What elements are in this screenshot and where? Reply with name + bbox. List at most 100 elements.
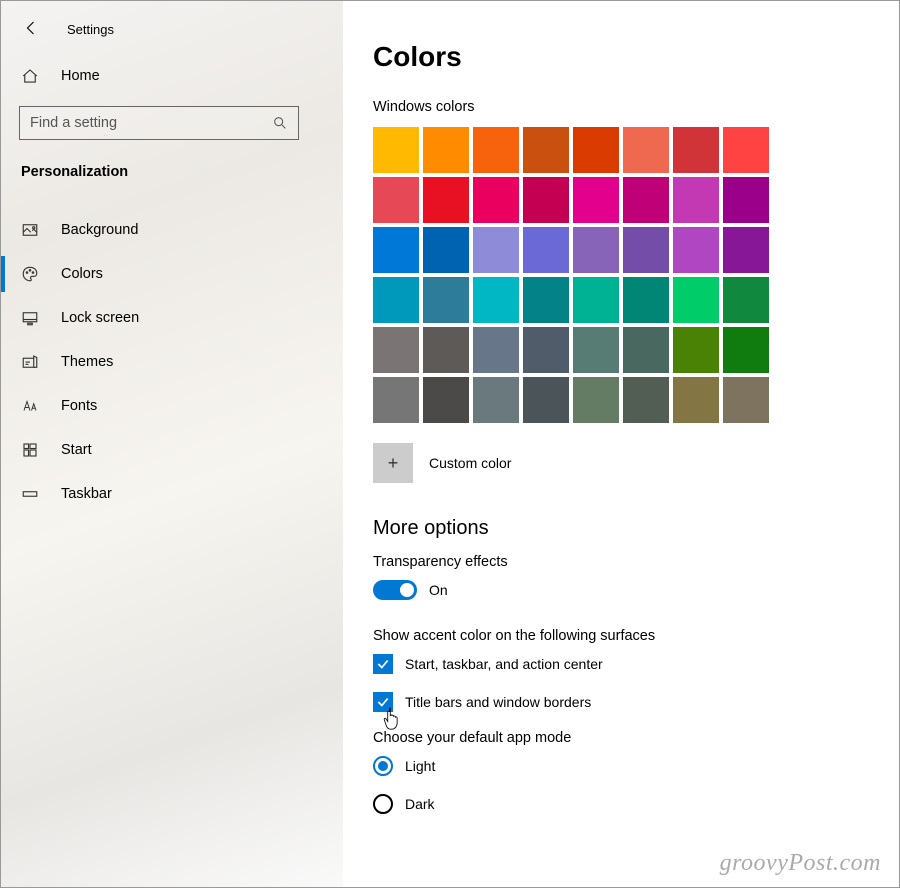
transparency-toggle[interactable] [373,580,417,600]
color-swatch[interactable] [523,377,569,423]
color-swatch[interactable] [623,127,669,173]
search-input[interactable] [19,106,299,140]
color-swatch[interactable] [623,177,669,223]
back-icon[interactable] [23,19,41,40]
color-swatch[interactable] [373,327,419,373]
mode-light-label: Light [405,758,435,774]
sidebar-item-taskbar[interactable]: Taskbar [1,472,343,516]
color-swatch[interactable] [373,227,419,273]
color-swatch[interactable] [573,377,619,423]
sidebar-item-themes[interactable]: Themes [1,340,343,384]
transparency-label: Transparency effects [373,554,899,570]
color-swatch[interactable] [723,377,769,423]
sidebar-item-label: Themes [61,354,113,370]
color-swatch[interactable] [473,227,519,273]
checkbox-start-taskbar[interactable] [373,654,393,674]
color-swatch[interactable] [473,327,519,373]
radio-dark[interactable] [373,794,393,814]
background-icon [21,221,39,239]
search-icon [272,115,288,131]
radio-light[interactable] [373,756,393,776]
color-swatch[interactable] [673,277,719,323]
color-swatch[interactable] [623,327,669,373]
sidebar-item-label: Lock screen [61,310,139,326]
sidebar-item-colors[interactable]: Colors [1,252,343,296]
color-palette [373,127,899,423]
watermark: groovyPost.com [720,850,881,877]
sidebar-item-label: Colors [61,266,103,282]
color-swatch[interactable] [673,377,719,423]
themes-icon [21,353,39,371]
color-swatch[interactable] [373,277,419,323]
color-swatch[interactable] [423,227,469,273]
color-swatch[interactable] [423,277,469,323]
sidebar-item-start[interactable]: Start [1,428,343,472]
sidebar-home[interactable]: Home [1,54,343,98]
color-swatch[interactable] [723,327,769,373]
color-swatch[interactable] [473,177,519,223]
page-title: Colors [373,41,899,73]
colors-icon [21,265,39,283]
mode-dark-label: Dark [405,796,435,812]
color-swatch[interactable] [423,327,469,373]
sidebar: Settings Home Personalization Ba [1,1,343,887]
color-swatch[interactable] [523,327,569,373]
settings-window: Settings Home Personalization Ba [1,1,899,887]
color-swatch[interactable] [573,177,619,223]
color-swatch[interactable] [523,177,569,223]
color-swatch[interactable] [573,327,619,373]
start-icon [21,441,39,459]
color-swatch[interactable] [523,277,569,323]
color-swatch[interactable] [423,377,469,423]
color-swatch[interactable] [623,227,669,273]
color-swatch[interactable] [623,377,669,423]
fonts-icon [21,397,39,415]
color-swatch[interactable] [573,227,619,273]
color-swatch[interactable] [623,277,669,323]
color-swatch[interactable] [523,227,569,273]
color-swatch[interactable] [723,127,769,173]
color-swatch[interactable] [723,227,769,273]
checkbox-title-bars[interactable] [373,692,393,712]
accent-start-label: Start, taskbar, and action center [405,656,603,672]
search-field[interactable] [30,115,272,131]
home-icon [21,67,39,85]
lock-screen-icon [21,309,39,327]
color-swatch[interactable] [673,127,719,173]
transparency-state: On [429,582,448,598]
more-options-heading: More options [373,517,899,540]
color-swatch[interactable] [723,277,769,323]
color-swatch[interactable] [373,377,419,423]
sidebar-item-background[interactable]: Background [1,208,343,252]
custom-color-button[interactable]: + [373,443,413,483]
color-swatch[interactable] [523,127,569,173]
sidebar-item-lock-screen[interactable]: Lock screen [1,296,343,340]
sidebar-item-label: Start [61,442,92,458]
color-swatch[interactable] [673,177,719,223]
palette-label: Windows colors [373,99,899,115]
color-swatch[interactable] [673,327,719,373]
color-swatch[interactable] [673,227,719,273]
sidebar-item-label: Fonts [61,398,97,414]
color-swatch[interactable] [423,177,469,223]
taskbar-icon [21,485,39,503]
sidebar-item-label: Background [61,222,138,238]
window-title: Settings [67,22,114,37]
color-swatch[interactable] [573,277,619,323]
category-label: Personalization [1,148,343,194]
sidebar-home-label: Home [61,68,100,84]
sidebar-item-label: Taskbar [61,486,112,502]
color-swatch[interactable] [573,127,619,173]
color-swatch[interactable] [473,277,519,323]
color-swatch[interactable] [373,127,419,173]
color-swatch[interactable] [373,177,419,223]
color-swatch[interactable] [473,127,519,173]
color-swatch[interactable] [423,127,469,173]
default-mode-label: Choose your default app mode [373,730,899,746]
sidebar-item-fonts[interactable]: Fonts [1,384,343,428]
main-content: Colors Windows colors + Custom color Mor… [343,1,899,887]
custom-color-label: Custom color [429,455,511,471]
color-swatch[interactable] [473,377,519,423]
color-swatch[interactable] [723,177,769,223]
accent-title-label: Title bars and window borders [405,694,591,710]
